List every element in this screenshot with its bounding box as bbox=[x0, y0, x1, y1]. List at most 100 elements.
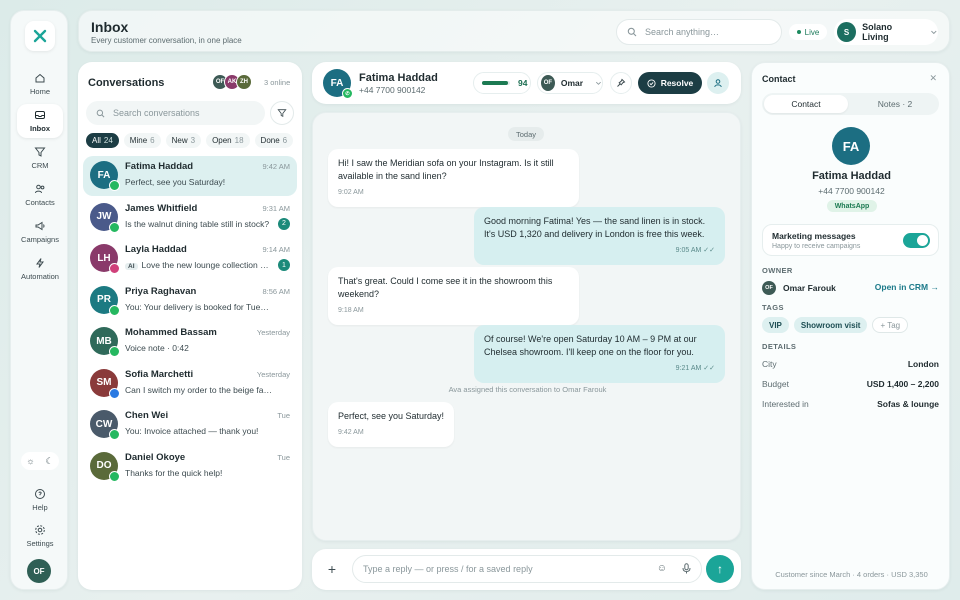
whatsapp-icon bbox=[109, 346, 120, 357]
message-thread: Today Hi! I saw the Meridian sofa on you… bbox=[312, 112, 741, 541]
chip-label: Open bbox=[212, 136, 232, 145]
message-outgoing: Of course! We're open Saturday 10 AM – 9… bbox=[474, 325, 725, 383]
day-divider: Today bbox=[508, 127, 545, 141]
filter-button[interactable] bbox=[270, 101, 294, 125]
filter-chip-open[interactable]: Open 18 bbox=[206, 133, 250, 148]
nav-crm[interactable]: CRM bbox=[17, 141, 63, 175]
chat-contact-name: Fatima Haddad bbox=[359, 72, 438, 84]
assignee-dropdown[interactable]: OF Omar bbox=[537, 72, 603, 94]
theme-toggle[interactable]: ☼ ☾ bbox=[21, 452, 59, 470]
nav-label: Inbox bbox=[30, 124, 50, 133]
messenger-icon bbox=[109, 387, 120, 399]
resolve-label: Resolve bbox=[660, 78, 694, 88]
close-icon[interactable]: ✕ bbox=[929, 73, 937, 84]
conversation-time: 8:56 AM bbox=[262, 286, 290, 296]
workspace-avatar: S bbox=[837, 22, 857, 42]
emoji-icon[interactable]: ☺ bbox=[657, 563, 667, 574]
conversation-preview: You: Your delivery is booked for Tuesday bbox=[125, 302, 273, 312]
arrow-up-icon: ↑ bbox=[717, 562, 723, 576]
filter-chip-new[interactable]: New 3 bbox=[165, 133, 202, 148]
moon-icon[interactable]: ☾ bbox=[45, 456, 53, 467]
score-bar bbox=[482, 81, 510, 85]
contact-avatar[interactable]: FA ✆ bbox=[323, 69, 353, 99]
conversation-preview: AI Love the new lounge collection … bbox=[125, 260, 273, 270]
tab-contact[interactable]: Contact bbox=[764, 95, 848, 113]
marketing-toggle[interactable] bbox=[903, 233, 930, 248]
nav-campaigns[interactable]: Campaigns bbox=[17, 215, 63, 249]
filter-chip-mine[interactable]: Mine 6 bbox=[123, 133, 161, 148]
nav-inbox[interactable]: Inbox bbox=[17, 104, 63, 138]
message-text: Hi! I saw the Meridian sofa on your Inst… bbox=[338, 158, 554, 181]
nav-rail: Home Inbox CRM Contacts Campaigns Automa… bbox=[10, 10, 68, 590]
filter-chip-done[interactable]: Done 6 bbox=[254, 133, 294, 148]
nav-contacts[interactable]: Contacts bbox=[17, 178, 63, 212]
details-label: DETAILS bbox=[762, 342, 797, 351]
workspace-switcher[interactable]: S Solano Living bbox=[834, 19, 938, 45]
chevron-down-icon bbox=[931, 30, 937, 35]
sun-icon[interactable]: ☼ bbox=[26, 456, 34, 466]
conversation-item[interactable]: MB Mohammed Bassam Yesterday Voice note · 0… bbox=[83, 322, 297, 362]
message-text: Perfect, see you Saturday! bbox=[338, 411, 445, 421]
conversation-item[interactable]: PR Priya Raghavan 8:56 AM You: Your deliver… bbox=[83, 281, 297, 321]
chip-count: 6 bbox=[150, 136, 155, 145]
team-avatar: ZH bbox=[236, 74, 252, 90]
tab-notes[interactable]: Notes · 2 bbox=[853, 95, 937, 113]
conversation-item[interactable]: LH Layla Haddad 9:14 AM AI Love the new loun… bbox=[83, 239, 297, 279]
detail-row: City London bbox=[762, 359, 939, 369]
marketing-subtitle: Happy to receive campaigns bbox=[772, 243, 861, 250]
pin-button[interactable] bbox=[610, 72, 632, 94]
nav-home[interactable]: Home bbox=[17, 67, 63, 101]
contact-avatar: SM bbox=[90, 368, 120, 399]
nav-automation[interactable]: Automation bbox=[17, 252, 63, 286]
conversation-item[interactable]: FA Fatima Haddad 9:42 AM Perfect, see you S… bbox=[83, 156, 297, 196]
conversation-item[interactable]: CW Chen Wei Tue You: Invoice attached — tha… bbox=[83, 405, 297, 445]
nav-label: Automation bbox=[21, 272, 59, 281]
conversation-time: Tue bbox=[277, 452, 290, 462]
chat-contact-phone: +44 7700 900142 bbox=[359, 85, 426, 95]
global-search-input[interactable]: Search anything… bbox=[616, 19, 782, 45]
contact-name: Fatima Haddad bbox=[812, 170, 891, 182]
tag-vip[interactable]: VIP bbox=[762, 317, 789, 333]
whatsapp-icon bbox=[109, 429, 120, 440]
add-attachment-button[interactable]: + bbox=[322, 559, 342, 579]
preview-text: Love the new lounge collection … bbox=[141, 260, 269, 270]
nav-settings[interactable]: Settings bbox=[17, 519, 63, 553]
nav-help[interactable]: Help bbox=[17, 483, 63, 517]
nav-label: Settings bbox=[26, 539, 54, 548]
contact-profile-button[interactable] bbox=[707, 72, 729, 94]
chip-count: 3 bbox=[190, 136, 196, 145]
add-tag-button[interactable]: + Tag bbox=[872, 317, 909, 333]
conversation-time: 9:31 AM bbox=[262, 203, 290, 213]
avatar-initials: JW bbox=[96, 211, 112, 222]
send-button[interactable]: ↑ bbox=[706, 555, 734, 583]
resolve-button[interactable]: Resolve bbox=[638, 72, 702, 94]
filter-chip-all[interactable]: All 24 bbox=[86, 133, 119, 148]
conversation-item[interactable]: SM Sofia Marchetti Yesterday Can I switch m… bbox=[83, 364, 297, 404]
owner-row: OF Omar Farouk bbox=[762, 281, 836, 295]
conversation-name: Fatima Haddad bbox=[125, 161, 194, 172]
conversation-search-input[interactable]: Search conversations bbox=[86, 101, 265, 125]
preview-text: Can I switch my order to the beige fabri… bbox=[125, 384, 273, 395]
message-time: 9:21 AM ✓✓ bbox=[675, 365, 715, 372]
conversation-item[interactable]: DO Daniel Okoye Tue Thanks for the quick he… bbox=[83, 447, 297, 487]
users-icon bbox=[35, 184, 45, 194]
open-in-crm-link[interactable]: Open in CRM → bbox=[875, 282, 939, 292]
live-dot-icon bbox=[796, 30, 801, 34]
reply-composer: + Type a reply — or press / for a saved … bbox=[312, 549, 741, 590]
preview-text: Is the walnut dining table still in stoc… bbox=[125, 218, 270, 229]
user-avatar[interactable]: OF bbox=[27, 559, 51, 583]
toggle-knob bbox=[917, 235, 928, 246]
microphone-icon[interactable] bbox=[682, 563, 691, 577]
megaphone-icon bbox=[35, 221, 45, 231]
top-header: Inbox Every customer conversation, in on… bbox=[78, 10, 950, 52]
preview-text: You: Invoice attached — thank you! bbox=[125, 426, 259, 436]
conversation-item[interactable]: JW James Whitfield 9:31 AM Is the walnut di… bbox=[83, 198, 297, 238]
online-count: 3 online bbox=[264, 78, 291, 87]
tag-showroom-visit[interactable]: Showroom visit bbox=[793, 317, 868, 333]
reply-input[interactable]: Type a reply — or press / for a saved re… bbox=[352, 555, 702, 583]
conversation-name: Sofia Marchetti bbox=[125, 368, 194, 380]
preview-text: Thanks for the quick help! bbox=[125, 467, 223, 478]
nav-label: Help bbox=[32, 503, 48, 512]
funnel-icon bbox=[34, 147, 46, 157]
app-logo[interactable] bbox=[25, 21, 55, 51]
